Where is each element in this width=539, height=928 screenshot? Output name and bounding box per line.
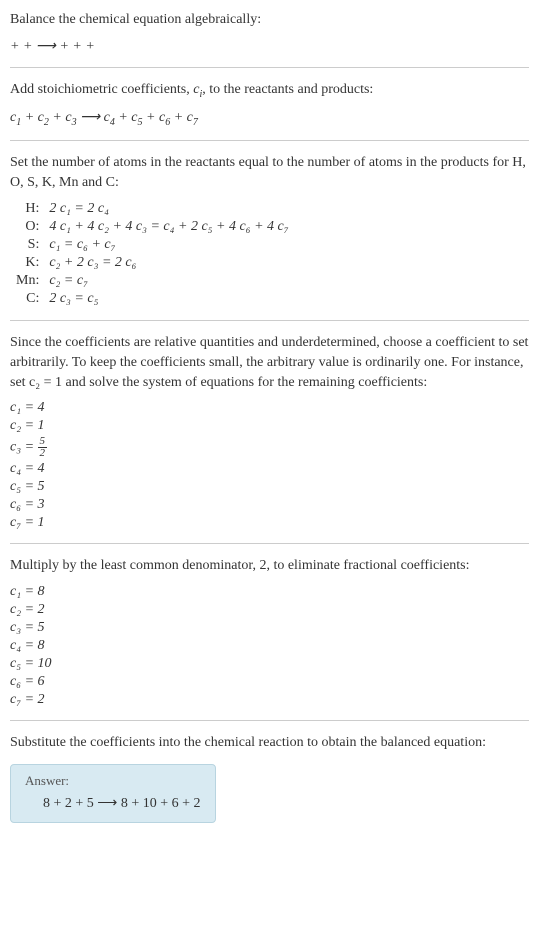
answer-box: Answer: 8 + 2 + 5 ⟶ 8 + 10 + 6 + 2 [10, 764, 216, 823]
atom-equation: 4 c₁ + 4 c₂ + 4 c₃ = c₄ + 2 c₅ + 4 c₆ + … [43, 218, 294, 236]
element-label: Mn: [10, 272, 43, 290]
list-item: c₄ = 8 [10, 638, 529, 654]
balance-title: Balance the chemical equation algebraica… [10, 10, 529, 30]
element-label: O: [10, 218, 43, 236]
element-label: K: [10, 254, 43, 272]
divider [10, 320, 529, 321]
list-item: c₆ = 6 [10, 674, 529, 690]
atom-equation: c₂ = c₇ [43, 272, 294, 290]
list-item: c₃ = 52 [10, 436, 529, 459]
table-row: H:2 c₁ = 2 c₄ [10, 200, 295, 218]
list-item: c₂ = 1 [10, 418, 529, 434]
divider [10, 543, 529, 544]
list-item: c₇ = 1 [10, 515, 529, 531]
underdetermined-text: Since the coefficients are relative quan… [10, 333, 529, 392]
atom-equation: 2 c₃ = c₅ [43, 290, 294, 308]
divider [10, 67, 529, 68]
coefficients-list-2: c₁ = 8 c₂ = 2 c₃ = 5 c₄ = 8 c₅ = 10 c₆ =… [10, 584, 529, 708]
atom-equation: c₁ = c₆ + c₇ [43, 236, 294, 254]
element-label: H: [10, 200, 43, 218]
answer-label: Answer: [25, 773, 201, 789]
table-row: K:c₂ + 2 c₃ = 2 c₆ [10, 254, 295, 272]
set-atoms-text: Set the number of atoms in the reactants… [10, 153, 529, 192]
atom-equation: c₂ + 2 c₃ = 2 c₆ [43, 254, 294, 272]
table-row: C:2 c₃ = c₅ [10, 290, 295, 308]
atom-equation: 2 c₁ = 2 c₄ [43, 200, 294, 218]
table-row: O:4 c₁ + 4 c₂ + 4 c₃ = c₄ + 2 c₅ + 4 c₆ … [10, 218, 295, 236]
substitute-text: Substitute the coefficients into the che… [10, 733, 529, 753]
list-item: c₂ = 2 [10, 602, 529, 618]
title-text: Balance the chemical equation algebraica… [10, 12, 261, 27]
list-item: c₃ = 5 [10, 620, 529, 636]
table-row: S:c₁ = c₆ + c₇ [10, 236, 295, 254]
multiply-text: Multiply by the least common denominator… [10, 556, 529, 576]
list-item: c₅ = 10 [10, 656, 529, 672]
table-row: Mn:c₂ = c₇ [10, 272, 295, 290]
divider [10, 720, 529, 721]
divider [10, 140, 529, 141]
list-item: c₅ = 5 [10, 479, 529, 495]
answer-equation: 8 + 2 + 5 ⟶ 8 + 10 + 6 + 2 [25, 795, 201, 812]
element-label: C: [10, 290, 43, 308]
list-item: c₇ = 2 [10, 692, 529, 708]
element-label: S: [10, 236, 43, 254]
stoich-intro: Add stoichiometric coefficients, ci, to … [10, 80, 529, 102]
atom-balance-table: H:2 c₁ = 2 c₄ O:4 c₁ + 4 c₂ + 4 c₃ = c₄ … [10, 200, 295, 308]
stoich-equation: c1 + c2 + c3 ⟶ c4 + c5 + c6 + c7 [10, 109, 529, 128]
coefficients-list-1: c₁ = 4 c₂ = 1 c₃ = 52 c₄ = 4 c₅ = 5 c₆ =… [10, 400, 529, 531]
list-item: c₆ = 3 [10, 497, 529, 513]
list-item: c₁ = 8 [10, 584, 529, 600]
unbalanced-equation: + + ⟶ + + + [10, 38, 529, 55]
list-item: c₄ = 4 [10, 461, 529, 477]
list-item: c₁ = 4 [10, 400, 529, 416]
